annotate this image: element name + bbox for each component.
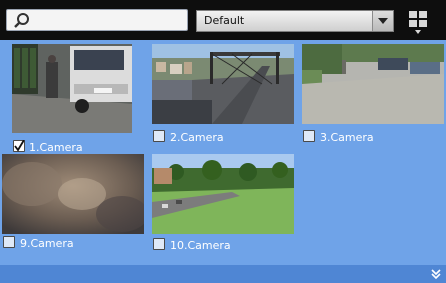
camera-tile[interactable]: 10.Camera [152, 154, 294, 254]
camera-preview[interactable] [12, 44, 132, 133]
grid-layout-icon [409, 11, 427, 34]
search-field[interactable] [6, 9, 188, 31]
search-icon [14, 13, 29, 28]
camera-label: 10.Camera [170, 239, 231, 252]
camera-tile[interactable]: 1.Camera [12, 44, 134, 154]
camera-checkbox[interactable] [153, 238, 165, 250]
layout-menu-button[interactable] [405, 8, 431, 36]
search-input[interactable] [33, 12, 187, 30]
double-chevron-down-icon[interactable] [430, 268, 442, 280]
camera-checkbox[interactable] [153, 130, 165, 142]
camera-preview[interactable] [302, 44, 444, 124]
camera-label: 3.Camera [320, 131, 374, 144]
camera-label: 1.Camera [29, 141, 83, 154]
camera-label: 2.Camera [170, 131, 224, 144]
layout-select-value: Default [204, 14, 245, 27]
camera-checkbox[interactable] [13, 140, 25, 152]
camera-label: 9.Camera [20, 237, 74, 250]
checkmark-icon [14, 140, 25, 152]
camera-grid: 1.Camera 2.Camera 3.Camera 9.Camera 10.C… [0, 40, 446, 265]
chevron-down-icon [378, 18, 388, 24]
layout-select[interactable]: Default [196, 10, 394, 32]
camera-tile[interactable]: 9.Camera [2, 154, 144, 254]
camera-tile[interactable]: 2.Camera [152, 44, 294, 144]
camera-tile[interactable]: 3.Camera [302, 44, 444, 144]
camera-checkbox[interactable] [3, 236, 15, 248]
toolbar: Default [0, 0, 446, 40]
camera-preview[interactable] [2, 154, 144, 234]
bottom-bar [0, 265, 446, 283]
camera-preview[interactable] [152, 44, 294, 124]
camera-checkbox[interactable] [303, 130, 315, 142]
layout-select-arrow[interactable] [372, 11, 393, 31]
camera-preview[interactable] [152, 154, 294, 234]
